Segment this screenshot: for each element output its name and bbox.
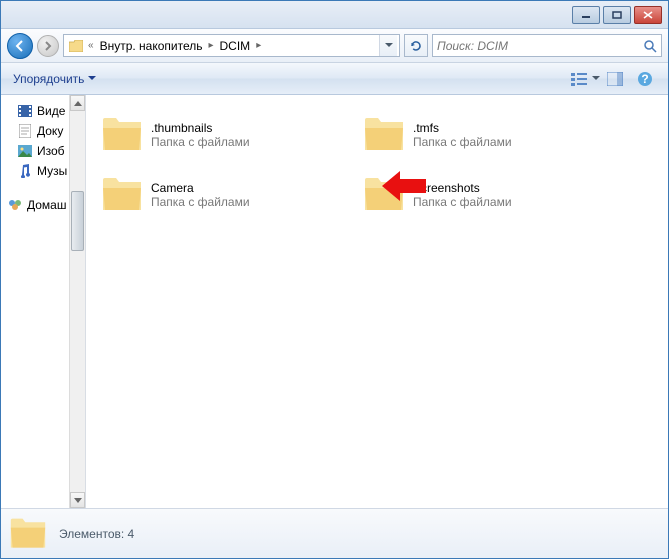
folder-icon bbox=[101, 174, 143, 216]
chevron-right-icon: ▸ bbox=[206, 40, 215, 51]
chevron-left-icon: « bbox=[86, 40, 96, 51]
folder-name: Camera bbox=[151, 181, 250, 195]
folder-name: .tmfs bbox=[413, 121, 512, 135]
breadcrumb-seg-1[interactable]: Внутр. накопитель bbox=[96, 39, 207, 53]
arrow-right-icon bbox=[42, 40, 54, 52]
folder-subtitle: Папка с файлами bbox=[413, 195, 512, 209]
folder-name: Screenshots bbox=[413, 181, 512, 195]
organize-menu[interactable]: Упорядочить bbox=[9, 68, 108, 90]
picture-icon bbox=[17, 143, 33, 159]
refresh-icon bbox=[409, 39, 423, 53]
search-bar[interactable] bbox=[432, 34, 662, 57]
folder-icon bbox=[68, 38, 84, 54]
forward-button[interactable] bbox=[37, 35, 59, 57]
folder-icon bbox=[363, 114, 405, 156]
status-bar: Элементов: 4 bbox=[1, 508, 668, 558]
help-icon: ? bbox=[637, 71, 653, 87]
chevron-down-icon bbox=[385, 43, 393, 49]
close-icon bbox=[643, 11, 653, 19]
sidebar-item-label: Доку bbox=[37, 124, 63, 138]
content-area: Виде Доку Изоб Музы Домаш bbox=[1, 95, 668, 508]
close-button[interactable] bbox=[634, 6, 662, 24]
folder-subtitle: Папка с файлами bbox=[413, 135, 512, 149]
video-icon bbox=[17, 103, 33, 119]
folder-item[interactable]: Screenshots Папка с файлами bbox=[356, 167, 616, 223]
folder-view[interactable]: .thumbnails Папка с файлами .tmfs Папка … bbox=[86, 95, 668, 508]
organize-label: Упорядочить bbox=[13, 72, 84, 86]
search-input[interactable] bbox=[437, 39, 643, 53]
preview-pane-button[interactable] bbox=[600, 67, 630, 91]
scroll-thumb[interactable] bbox=[71, 191, 84, 251]
folder-item[interactable]: .thumbnails Папка с файлами bbox=[94, 107, 354, 163]
address-bar[interactable]: « Внутр. накопитель ▸ DCIM ▸ bbox=[63, 34, 400, 57]
toolbar: Упорядочить ? bbox=[1, 63, 668, 95]
scroll-up-button[interactable] bbox=[70, 95, 85, 111]
sidebar: Виде Доку Изоб Музы Домаш bbox=[1, 95, 86, 508]
maximize-icon bbox=[612, 11, 622, 19]
maximize-button[interactable] bbox=[603, 6, 631, 24]
sidebar-item-label: Музы bbox=[37, 164, 67, 178]
document-icon bbox=[17, 123, 33, 139]
chevron-up-icon bbox=[74, 101, 82, 106]
address-dropdown[interactable] bbox=[379, 35, 397, 56]
breadcrumb-seg-2[interactable]: DCIM bbox=[216, 39, 255, 53]
sidebar-item-label: Изоб bbox=[37, 144, 65, 158]
search-icon bbox=[643, 39, 657, 53]
scroll-down-button[interactable] bbox=[70, 492, 85, 508]
folder-item[interactable]: .tmfs Папка с файлами bbox=[356, 107, 616, 163]
nav-bar: « Внутр. накопитель ▸ DCIM ▸ bbox=[1, 29, 668, 63]
status-text: Элементов: 4 bbox=[59, 527, 134, 541]
sidebar-item-label: Домаш bbox=[27, 198, 67, 212]
chevron-down-icon bbox=[592, 76, 600, 82]
folder-name: .thumbnails bbox=[151, 121, 250, 135]
scroll-track[interactable] bbox=[70, 111, 85, 492]
minimize-icon bbox=[581, 11, 591, 19]
sidebar-item-label: Виде bbox=[37, 104, 65, 118]
chevron-down-icon bbox=[88, 76, 96, 82]
folder-icon bbox=[363, 174, 405, 216]
titlebar bbox=[1, 1, 668, 29]
preview-pane-icon bbox=[607, 72, 623, 86]
back-button[interactable] bbox=[7, 33, 33, 59]
minimize-button[interactable] bbox=[572, 6, 600, 24]
folder-item[interactable]: Camera Папка с файлами bbox=[94, 167, 354, 223]
folder-icon bbox=[9, 515, 47, 553]
chevron-down-icon bbox=[74, 498, 82, 503]
music-icon bbox=[17, 163, 33, 179]
chevron-right-icon: ▸ bbox=[254, 40, 263, 51]
arrow-left-icon bbox=[13, 39, 27, 53]
folder-subtitle: Папка с файлами bbox=[151, 135, 250, 149]
help-button[interactable]: ? bbox=[630, 67, 660, 91]
svg-text:?: ? bbox=[641, 72, 648, 86]
view-icon bbox=[571, 72, 589, 86]
refresh-button[interactable] bbox=[404, 34, 428, 57]
explorer-window: « Внутр. накопитель ▸ DCIM ▸ Упорядочить bbox=[0, 0, 669, 559]
view-options-button[interactable] bbox=[570, 67, 600, 91]
folder-subtitle: Папка с файлами bbox=[151, 195, 250, 209]
homegroup-icon bbox=[7, 197, 23, 213]
folder-icon bbox=[101, 114, 143, 156]
sidebar-scrollbar[interactable] bbox=[69, 95, 85, 508]
